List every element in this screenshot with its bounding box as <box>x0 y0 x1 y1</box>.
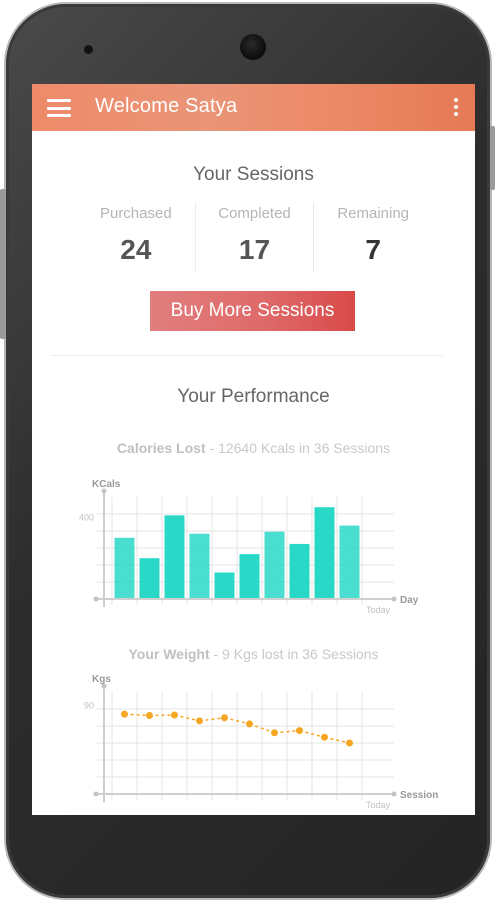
bar <box>164 515 185 599</box>
data-point <box>271 729 278 737</box>
data-point <box>246 720 253 728</box>
stat-label: Completed <box>218 205 291 222</box>
stat-label: Remaining <box>337 205 410 222</box>
data-point <box>121 710 128 718</box>
performance-title: Your Performance <box>177 386 330 407</box>
data-point <box>171 711 178 719</box>
caption-bold: Calories Lost <box>116 440 206 456</box>
more-options-icon[interactable] <box>451 98 461 118</box>
axis-origin-dot <box>93 791 99 797</box>
stat-value: 24 <box>120 234 152 265</box>
x-tick-label-today: Today <box>366 605 391 615</box>
data-point <box>346 739 353 747</box>
sessions-title: Your Sessions <box>193 164 314 185</box>
app-title: Welcome Satya <box>95 95 238 117</box>
stat-label: Purchased <box>99 205 172 222</box>
caption-rest: - 9 Kgs lost in 36 Sessions <box>209 646 379 662</box>
proximity-sensor <box>84 45 93 54</box>
front-camera <box>240 34 266 60</box>
stat-value: 17 <box>238 234 271 265</box>
menu-icon[interactable] <box>47 99 71 117</box>
bar <box>139 558 160 599</box>
bar <box>264 531 285 599</box>
weight-chart: Kgs 90 Session Today <box>84 674 438 810</box>
x-axis-label: Day <box>400 595 419 606</box>
bar <box>239 554 260 599</box>
data-point <box>196 717 203 725</box>
bar <box>314 507 335 599</box>
data-point <box>296 727 303 735</box>
bar <box>114 537 135 599</box>
axis-end-dot <box>391 596 397 602</box>
series-segment <box>124 713 150 717</box>
section-divider <box>50 355 443 356</box>
app-screen: Welcome Satya Your Sessions Purchased 24… <box>32 84 475 815</box>
bar <box>214 572 235 599</box>
bar <box>289 543 310 599</box>
stat-remaining: Remaining 7 <box>313 202 432 272</box>
y-axis-label: KCals <box>92 479 121 490</box>
volume-button <box>0 189 6 339</box>
weight-chart-caption: Your Weight - 9 Kgs lost in 36 Sessions <box>32 646 475 662</box>
axis-end-dot <box>391 791 397 797</box>
app-bar: Welcome Satya <box>32 84 475 131</box>
calories-chart-caption: Calories Lost - 12640 Kcals in 36 Sessio… <box>32 440 475 456</box>
x-axis-label: Session <box>400 790 438 801</box>
data-point <box>321 733 328 741</box>
data-point <box>221 714 228 722</box>
axis-origin-dot <box>93 596 99 602</box>
y-tick-label: 400 <box>79 512 94 522</box>
power-button <box>490 126 495 190</box>
stat-purchased: Purchased 24 <box>77 202 195 272</box>
x-tick-label-today: Today <box>366 800 391 810</box>
y-axis-label: Kgs <box>92 674 111 685</box>
bar <box>339 525 360 599</box>
y-tick-label: 90 <box>84 700 94 710</box>
stat-value: 7 <box>365 234 381 265</box>
stat-completed: Completed 17 <box>194 202 314 272</box>
session-stats: Purchased 24 Completed 17 Remaining 7 <box>77 202 432 272</box>
data-point <box>146 712 153 720</box>
buy-more-sessions-button[interactable]: Buy More Sessions <box>150 291 355 331</box>
caption-rest: - 12640 Kcals in 36 Sessions <box>205 440 391 456</box>
caption-bold: Your Weight <box>128 646 210 662</box>
phone-frame: Welcome Satya Your Sessions Purchased 24… <box>0 4 495 898</box>
bar <box>189 533 210 599</box>
calories-chart: KCals 400 Day Today <box>79 479 419 615</box>
